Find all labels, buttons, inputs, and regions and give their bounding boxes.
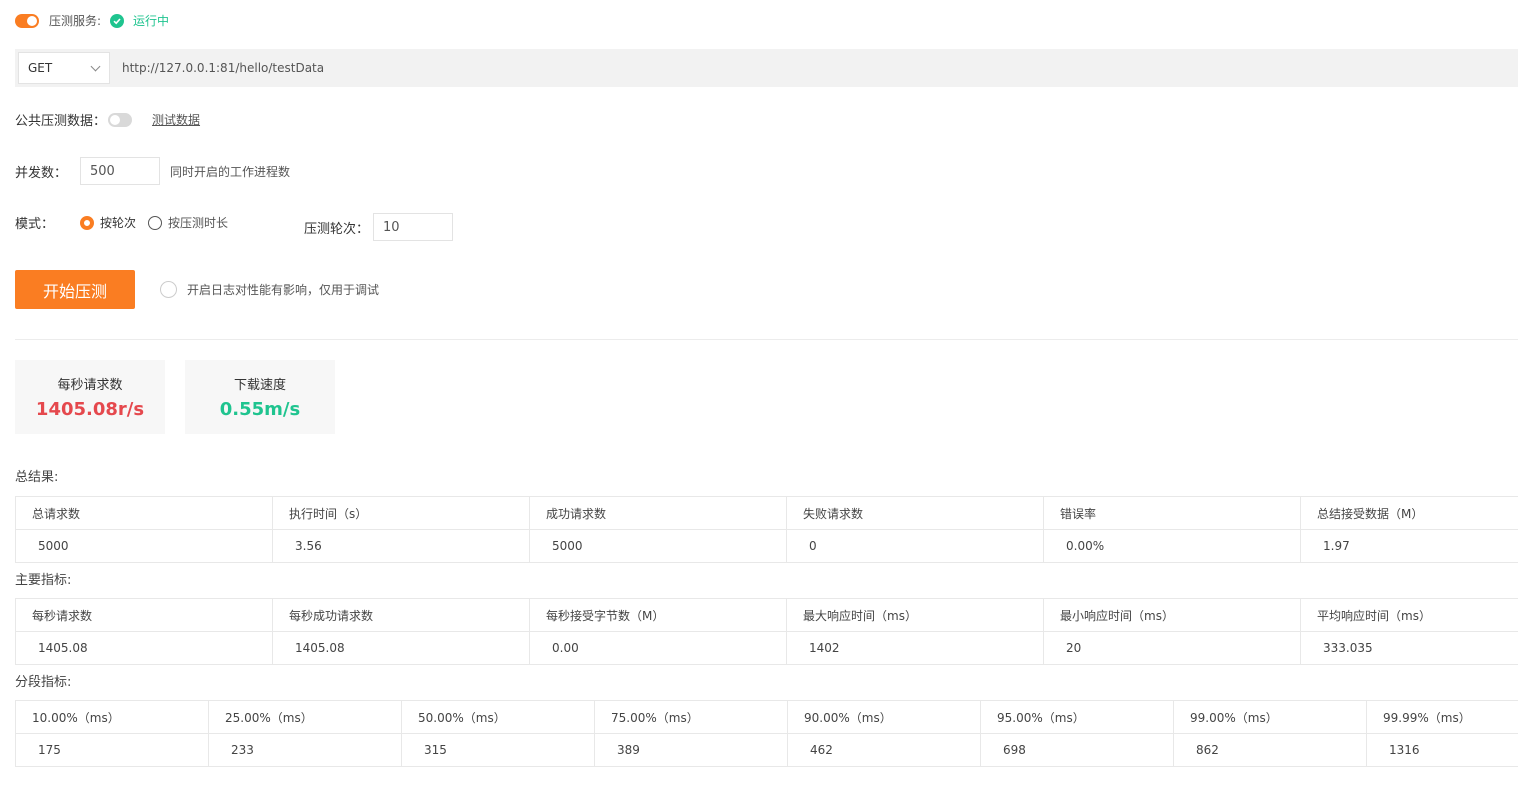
table-cell: 1.97 (1300, 529, 1518, 563)
chevron-down-icon (90, 61, 101, 72)
table-header-cell: 50.00%（ms） (401, 700, 595, 734)
radio-by-rounds-label: 按轮次 (100, 216, 137, 230)
table-header-cell: 99.00%（ms） (1173, 700, 1367, 734)
table-cell: 0.00% (1043, 529, 1301, 563)
table-cell: 389 (594, 733, 788, 767)
service-label: 压测服务: (49, 14, 102, 28)
download-speed-value: 0.55m/s (219, 399, 301, 420)
table-cell: 1316 (1366, 733, 1518, 767)
start-test-button[interactable]: 开始压测 (15, 270, 135, 309)
table-cell: 1405.08 (15, 631, 273, 665)
main-table: 每秒请求数 每秒成功请求数 每秒接受字节数（M） 最大响应时间（ms） 最小响应… (15, 598, 1518, 665)
table-header-cell: 每秒请求数 (15, 598, 273, 632)
segment-table: 10.00%（ms） 25.00%（ms） 50.00%（ms） 75.00%（… (15, 700, 1518, 767)
table-header-cell: 最小响应时间（ms） (1043, 598, 1301, 632)
table-cell: 698 (980, 733, 1174, 767)
table-cell: 0 (786, 529, 1044, 563)
total-title: 总结果: (15, 470, 59, 485)
table-cell: 233 (208, 733, 402, 767)
table-header-cell: 90.00%（ms） (787, 700, 981, 734)
table-header-cell: 10.00%（ms） (15, 700, 209, 734)
table-cell: 5000 (15, 529, 273, 563)
log-label: 开启日志对性能有影响，仅用于调试 (187, 283, 380, 297)
divider (15, 339, 1518, 340)
table-cell: 462 (787, 733, 981, 767)
download-speed-card: 下载速度 0.55m/s (185, 360, 335, 434)
table-header-cell: 执行时间（s） (272, 496, 530, 530)
table-header-cell: 每秒接受字节数（M） (529, 598, 787, 632)
table-cell: 5000 (529, 529, 787, 563)
table-header-cell: 最大响应时间（ms） (786, 598, 1044, 632)
log-option-row: 开启日志对性能有影响，仅用于调试 (160, 281, 379, 298)
table-header-row: 每秒请求数 每秒成功请求数 每秒接受字节数（M） 最大响应时间（ms） 最小响应… (15, 598, 1518, 632)
service-status-row: 压测服务: 运行中 (15, 12, 169, 29)
table-header-cell: 95.00%（ms） (980, 700, 1174, 734)
concurrency-row: 并发数： 500 同时开启的工作进程数 (15, 157, 290, 185)
table-header-row: 总请求数 执行时间（s） 成功请求数 失败请求数 错误率 总结接受数据（M） (15, 496, 1518, 530)
radio-by-duration[interactable] (148, 215, 163, 230)
url-input[interactable]: http://127.0.0.1:81/hello/testData (122, 61, 324, 75)
request-bar: GET http://127.0.0.1:81/hello/testData (15, 49, 1518, 87)
table-cell: 0.00 (529, 631, 787, 665)
mode-label: 模式： (15, 217, 55, 232)
table-header-cell: 总结接受数据（M） (1300, 496, 1518, 530)
table-header-cell: 75.00%（ms） (594, 700, 788, 734)
table-cell: 1405.08 (272, 631, 530, 665)
table-row: 1405.08 1405.08 0.00 1402 20 333.035 (15, 631, 1518, 665)
table-row: 175 233 315 389 462 698 862 1316 (15, 733, 1518, 767)
table-header-cell: 每秒成功请求数 (272, 598, 530, 632)
public-data-row: 公共压测数据： 测试数据 (15, 110, 200, 129)
rounds-input[interactable]: 10 (373, 213, 454, 241)
rounds-row: 压测轮次： 10 (304, 213, 454, 241)
concurrency-input[interactable]: 500 (80, 157, 160, 185)
concurrency-label: 并发数： (15, 165, 68, 181)
table-header-cell: 99.99%（ms） (1366, 700, 1518, 734)
table-header-cell: 总请求数 (15, 496, 273, 530)
method-value: GET (28, 61, 53, 75)
public-data-label: 公共压测数据： (15, 114, 107, 129)
table-header-cell: 失败请求数 (786, 496, 1044, 530)
table-header-cell: 25.00%（ms） (208, 700, 402, 734)
table-cell: 20 (1043, 631, 1301, 665)
table-cell: 862 (1173, 733, 1367, 767)
segment-title: 分段指标: (15, 675, 72, 690)
concurrency-hint: 同时开启的工作进程数 (170, 164, 291, 179)
mode-row: 模式： 按轮次 按压测时长 (15, 213, 228, 232)
rps-card: 每秒请求数 1405.08r/s (15, 360, 165, 434)
rounds-label: 压测轮次： (304, 221, 370, 237)
rps-value: 1405.08r/s (35, 399, 145, 420)
radio-by-rounds[interactable] (80, 215, 94, 230)
table-cell: 175 (15, 733, 209, 767)
table-row: 5000 3.56 5000 0 0.00% 1.97 (15, 529, 1518, 563)
table-cell: 333.035 (1300, 631, 1518, 665)
radio-by-duration-label: 按压测时长 (168, 216, 229, 230)
table-header-cell: 平均响应时间（ms） (1300, 598, 1518, 632)
test-data-link[interactable]: 测试数据 (152, 111, 200, 128)
service-state: 运行中 (133, 14, 170, 28)
total-table: 总请求数 执行时间（s） 成功请求数 失败请求数 错误率 总结接受数据（M） 5… (15, 496, 1518, 563)
check-circle-icon (110, 13, 125, 28)
rps-title: 每秒请求数 (57, 378, 123, 393)
service-toggle[interactable] (15, 13, 39, 28)
table-header-cell: 成功请求数 (529, 496, 787, 530)
table-cell: 1402 (786, 631, 1044, 665)
method-select[interactable]: GET (18, 52, 110, 84)
table-header-row: 10.00%（ms） 25.00%（ms） 50.00%（ms） 75.00%（… (15, 700, 1518, 734)
table-cell: 3.56 (272, 529, 530, 563)
log-checkbox[interactable] (160, 281, 177, 298)
public-data-toggle[interactable] (108, 112, 133, 127)
table-cell: 315 (401, 733, 595, 767)
table-header-cell: 错误率 (1043, 496, 1301, 530)
download-speed-title: 下载速度 (233, 378, 286, 393)
main-title: 主要指标: (15, 573, 72, 588)
